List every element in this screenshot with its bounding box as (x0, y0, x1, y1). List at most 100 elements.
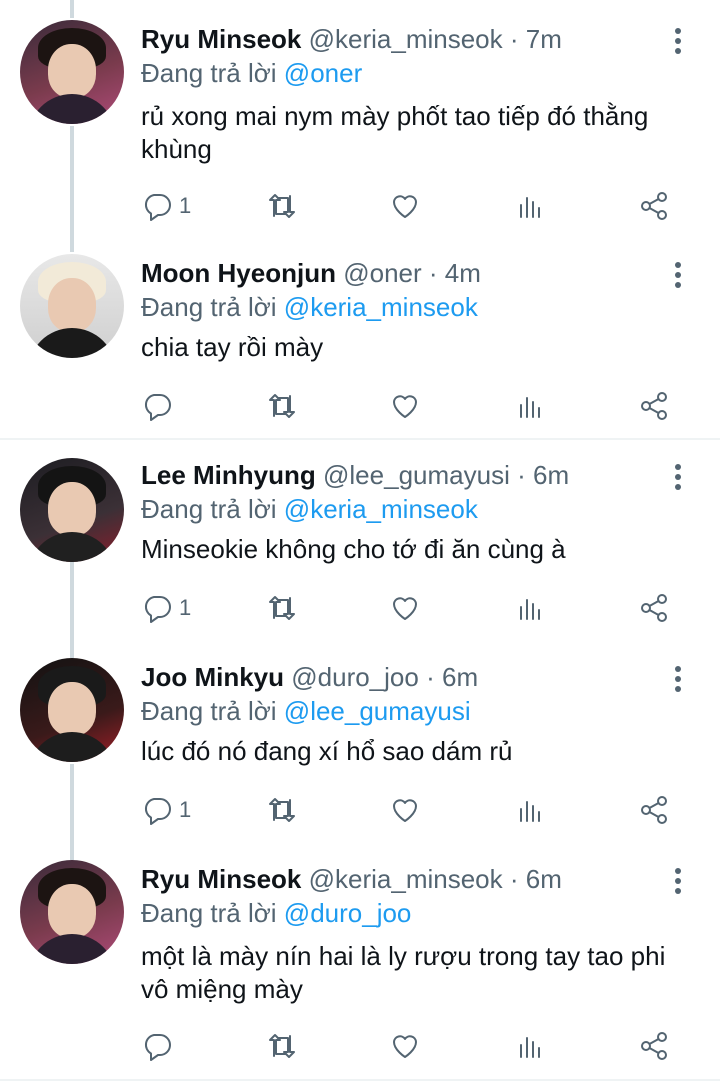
tweet-actions (141, 1028, 681, 1064)
separator: · (509, 24, 519, 54)
views-icon (520, 1037, 540, 1058)
retweet-icon (269, 394, 295, 418)
timestamp[interactable]: 6m (526, 864, 562, 894)
avatar[interactable] (20, 20, 124, 124)
like-button[interactable] (389, 590, 421, 626)
retweet-button[interactable] (266, 590, 298, 626)
timestamp[interactable]: 7m (526, 24, 562, 54)
retweet-button[interactable] (266, 388, 298, 424)
replying-to: Đang trả lời @keria_minseok (141, 290, 696, 324)
share-icon (641, 796, 667, 824)
tweet-actions: 1 (141, 792, 681, 828)
retweet-icon (269, 798, 295, 822)
replying-prefix: Đang trả lời (141, 292, 277, 322)
separator: · (517, 460, 526, 490)
avatar[interactable] (20, 860, 124, 964)
user-handle[interactable]: @oner (343, 258, 421, 288)
reply-button[interactable]: 1 (141, 792, 191, 828)
display-name[interactable]: Moon Hyeonjun (141, 258, 336, 288)
user-handle[interactable]: @lee_gumayusi (323, 460, 510, 490)
like-icon (393, 1035, 417, 1058)
display-name[interactable]: Ryu Minseok (141, 864, 301, 894)
mention-link[interactable]: @oner (284, 58, 362, 88)
display-name[interactable]: Ryu Minseok (141, 24, 301, 54)
user-handle[interactable]: @keria_minseok (309, 24, 503, 54)
tweet[interactable]: Joo Minkyu @duro_joo · 6m Đang trả lời @… (0, 642, 720, 844)
views-icon (520, 397, 540, 418)
reply-count: 1 (179, 595, 192, 620)
views-button[interactable] (514, 792, 546, 828)
replying-prefix: Đang trả lời (141, 58, 277, 88)
retweet-button[interactable] (266, 1028, 298, 1064)
separator: · (426, 662, 435, 692)
share-button[interactable] (638, 792, 670, 828)
tweet[interactable]: Ryu Minseok @keria_minseok · 6m Đang trả… (0, 844, 720, 1083)
tweet-actions: 1 (141, 188, 681, 224)
display-name[interactable]: Joo Minkyu (141, 662, 284, 692)
user-handle[interactable]: @keria_minseok (309, 864, 503, 894)
retweet-button[interactable] (266, 188, 298, 224)
reply-button[interactable]: 1 (141, 188, 191, 224)
tweet-actions: 1 (141, 590, 681, 626)
more-icon[interactable] (666, 260, 690, 290)
views-button[interactable] (514, 590, 546, 626)
avatar[interactable] (20, 458, 124, 562)
replying-to: Đang trả lời @oner (141, 56, 696, 90)
reply-count: 1 (179, 797, 192, 822)
tweet-text: rủ xong mai nym mày phốt tao tiếp đó thằ… (141, 101, 649, 164)
views-icon (520, 801, 540, 822)
replying-to: Đang trả lời @keria_minseok (141, 492, 696, 526)
user-handle[interactable]: @duro_joo (291, 662, 419, 692)
tweet[interactable]: Ryu Minseok @keria_minseok · 7m Đang trả… (0, 0, 720, 240)
views-button[interactable] (514, 1028, 546, 1064)
more-icon[interactable] (666, 26, 690, 56)
timestamp[interactable]: 4m (445, 258, 481, 288)
mention-link[interactable]: @lee_gumayusi (284, 696, 471, 726)
more-icon[interactable] (666, 664, 690, 694)
like-button[interactable] (389, 792, 421, 828)
avatar[interactable] (20, 658, 124, 762)
more-icon[interactable] (666, 866, 690, 896)
replying-prefix: Đang trả lời (141, 494, 277, 524)
reply-icon (144, 1034, 171, 1061)
tweet-text: chia tay rồi mày (141, 332, 324, 362)
retweet-icon (269, 596, 295, 620)
reply-button[interactable] (141, 388, 179, 424)
views-icon (520, 599, 540, 620)
like-icon (393, 799, 417, 822)
share-button[interactable] (638, 590, 670, 626)
mention-link[interactable]: @keria_minseok (284, 292, 478, 322)
mention-link[interactable]: @keria_minseok (284, 494, 478, 524)
separator: · (428, 258, 438, 288)
tweet-actions (141, 388, 681, 424)
timestamp[interactable]: 6m (442, 662, 478, 692)
reply-button[interactable]: 1 (141, 590, 191, 626)
views-button[interactable] (514, 388, 546, 424)
separator: · (509, 864, 519, 894)
mention-link[interactable]: @duro_joo (284, 898, 412, 928)
timestamp[interactable]: 6m (533, 460, 569, 490)
tweet-header: Moon Hyeonjun @oner · 4m (141, 256, 696, 290)
share-button[interactable] (638, 188, 670, 224)
more-icon[interactable] (666, 462, 690, 492)
like-button[interactable] (389, 388, 421, 424)
share-icon (641, 1032, 667, 1060)
display-name[interactable]: Lee Minhyung (141, 460, 316, 490)
like-button[interactable] (389, 188, 421, 224)
views-button[interactable] (514, 188, 546, 224)
views-icon (520, 197, 540, 218)
like-button[interactable] (389, 1028, 421, 1064)
tweet[interactable]: Moon Hyeonjun @oner · 4m Đang trả lời @k… (0, 240, 720, 438)
share-icon (641, 192, 667, 220)
share-icon (641, 594, 667, 622)
like-icon (393, 597, 417, 620)
share-button[interactable] (638, 1028, 670, 1064)
tweet-header: Lee Minhyung @lee_gumayusi · 6m (141, 458, 696, 492)
avatar[interactable] (20, 254, 124, 358)
tweet-text: một là mày nín hai là ly rượu trong tay … (141, 941, 666, 1004)
reply-button[interactable] (141, 1028, 179, 1064)
share-button[interactable] (638, 388, 670, 424)
tweet[interactable]: Lee Minhyung @lee_gumayusi · 6m Đang trả… (0, 440, 720, 642)
retweet-button[interactable] (266, 792, 298, 828)
reply-icon (144, 194, 171, 221)
